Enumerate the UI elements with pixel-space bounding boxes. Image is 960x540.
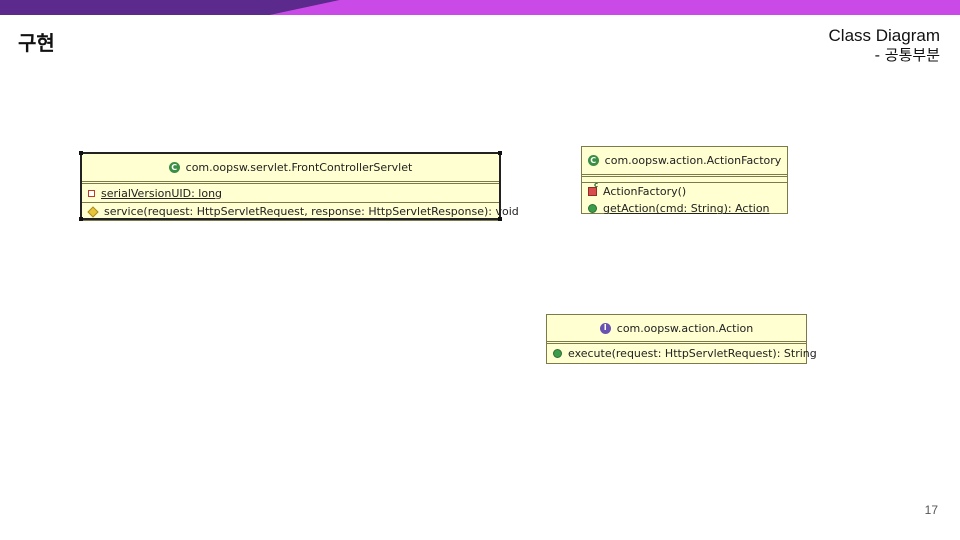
class-name: com.oopsw.action.ActionFactory xyxy=(604,154,782,167)
field-text: serialVersionUID: long xyxy=(101,186,223,200)
selection-handle-bl[interactable] xyxy=(79,217,83,221)
method-text: getAction(cmd: String): Action xyxy=(603,202,770,215)
uml-methods-section: service(request: HttpServletRequest, res… xyxy=(82,203,519,221)
class-c-icon: C xyxy=(168,162,180,173)
method-text: ActionFactory() xyxy=(603,185,687,198)
class-name: com.oopsw.servlet.FrontControllerServlet xyxy=(185,161,413,174)
selection-handle-br[interactable] xyxy=(498,217,502,221)
uml-methods-section: ActionFactory() getAction(cmd: String): … xyxy=(582,181,787,217)
uml-fields-section: serialVersionUID: long xyxy=(82,184,499,203)
uml-method-row[interactable]: service(request: HttpServletRequest, res… xyxy=(82,203,519,220)
protected-method-icon xyxy=(87,205,99,218)
class-name: com.oopsw.action.Action xyxy=(616,321,754,335)
slide-title: 구현 xyxy=(18,31,55,55)
uml-class-action-factory[interactable]: C com.oopsw.action.ActionFactory ActionF… xyxy=(581,146,788,217)
uml-field-row[interactable]: serialVersionUID: long xyxy=(82,184,499,202)
method-text: execute(request: HttpServletRequest): St… xyxy=(568,347,817,360)
page-number: 17 xyxy=(924,503,938,517)
uml-class-header: C com.oopsw.servlet.FrontControllerServl… xyxy=(82,154,499,184)
header-class-diagram: Class Diagram xyxy=(828,26,940,45)
uml-methods-section: execute(request: HttpServletRequest): St… xyxy=(547,344,817,363)
uml-method-row[interactable]: execute(request: HttpServletRequest): St… xyxy=(547,344,817,363)
method-text: service(request: HttpServletRequest, res… xyxy=(104,205,519,218)
constructor-icon xyxy=(588,181,598,196)
uml-method-row[interactable]: ActionFactory() xyxy=(582,181,787,200)
top-accent-bar-left xyxy=(0,0,960,15)
private-field-icon xyxy=(88,189,95,197)
uml-class-header: I com.oopsw.action.Action xyxy=(547,315,806,344)
interface-i-icon: I xyxy=(599,322,611,334)
uml-class-front-controller[interactable]: C com.oopsw.servlet.FrontControllerServl… xyxy=(79,151,519,221)
uml-method-row[interactable]: getAction(cmd: String): Action xyxy=(582,200,787,217)
selection-handle-tl[interactable] xyxy=(79,151,83,155)
class-c-icon: C xyxy=(587,155,599,166)
selection-handle-tr[interactable] xyxy=(498,151,502,155)
public-method-icon xyxy=(588,204,597,213)
header-common-part: - 공통부분 xyxy=(874,46,940,64)
uml-class-header: C com.oopsw.action.ActionFactory xyxy=(582,147,787,177)
public-method-icon xyxy=(553,349,562,358)
uml-interface-action[interactable]: I com.oopsw.action.Action execute(reques… xyxy=(546,314,817,364)
slide-header: Class Diagram - 공통부분 xyxy=(829,26,940,65)
